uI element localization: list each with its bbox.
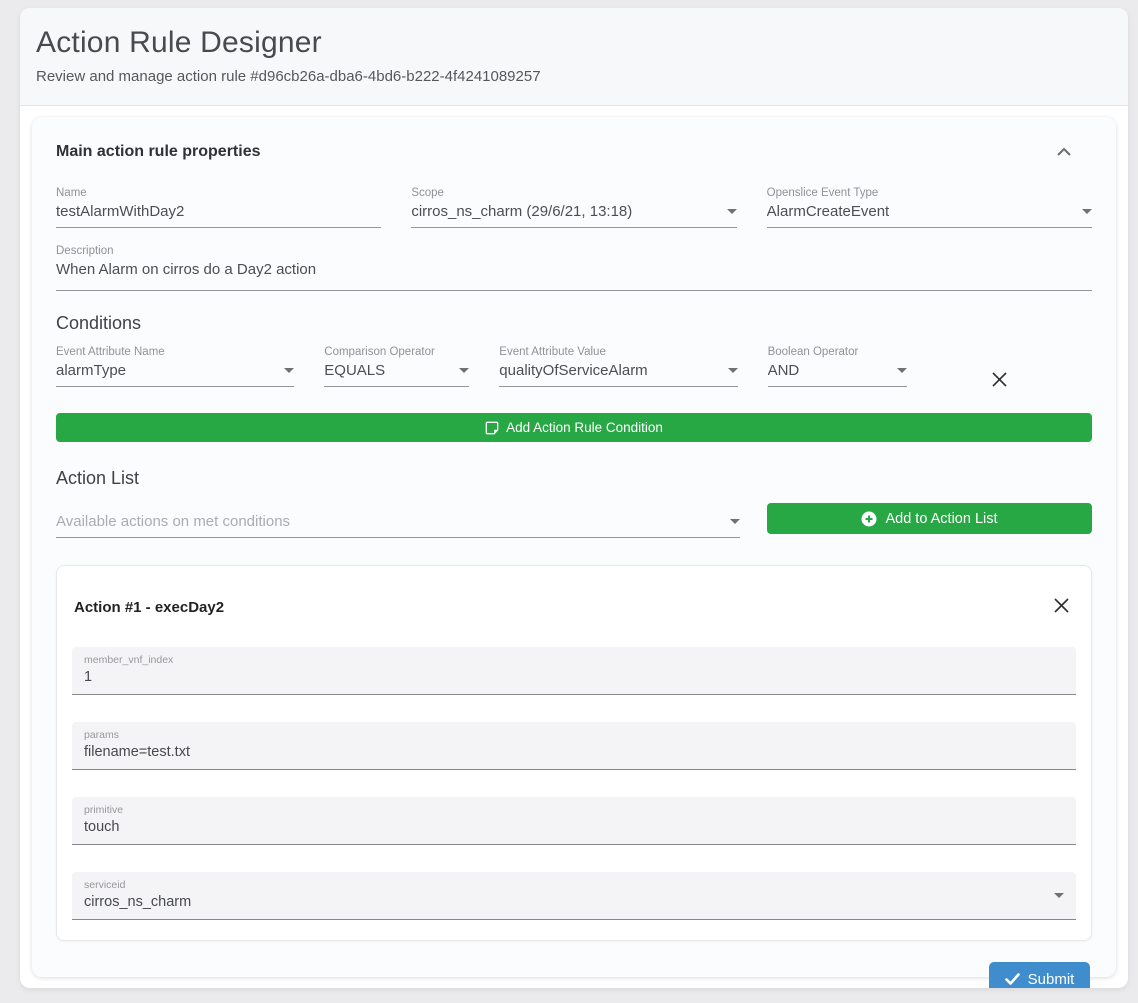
action-card-title: Action #1 - execDay2 (74, 599, 224, 616)
dropdown-arrow-icon (1082, 209, 1092, 214)
scope-field[interactable]: Scope cirros_ns_charm (29/6/21, 13:18) (411, 187, 736, 228)
main-properties-card: Main action rule properties Name Scope (32, 117, 1116, 977)
name-field[interactable]: Name (56, 187, 381, 228)
remove-action-button[interactable] (1048, 594, 1074, 620)
check-icon (1005, 973, 1020, 985)
event-attribute-value-select[interactable]: qualityOfServiceAlarm (499, 362, 719, 379)
action-rule-designer-panel: Action Rule Designer Review and manage a… (20, 8, 1128, 988)
add-circle-icon (861, 511, 877, 527)
comparison-operator-field[interactable]: Comparison Operator EQUALS (324, 346, 469, 387)
serviceid-label: serviceid (84, 879, 1046, 891)
add-condition-button[interactable]: Add Action Rule Condition (56, 413, 1092, 442)
add-to-action-list-label: Add to Action List (885, 511, 997, 527)
comparison-operator-select[interactable]: EQUALS (324, 362, 451, 379)
main-card-title: Main action rule properties (56, 143, 260, 161)
event-attribute-name-select[interactable]: alarmType (56, 362, 276, 379)
scope-select[interactable]: cirros_ns_charm (29/6/21, 13:18) (411, 203, 718, 220)
event-attribute-name-field[interactable]: Event Attribute Name alarmType (56, 346, 294, 387)
submit-button[interactable]: Submit (989, 962, 1090, 988)
boolean-operator-field[interactable]: Boolean Operator AND (768, 346, 908, 387)
name-input[interactable] (56, 203, 381, 220)
action-list-row: Available actions on met conditions Add … (56, 503, 1092, 538)
comparison-operator-label: Comparison Operator (324, 346, 469, 358)
primitive-field[interactable]: primitive (72, 797, 1076, 845)
boolean-operator-label: Boolean Operator (768, 346, 908, 358)
member-vnf-index-label: member_vnf_index (84, 654, 1064, 666)
description-row: Description (56, 245, 1092, 291)
scope-label: Scope (411, 187, 736, 199)
name-label: Name (56, 187, 381, 199)
dropdown-arrow-icon (728, 368, 738, 373)
condition-row: Event Attribute Name alarmType Compariso… (56, 346, 1092, 394)
available-actions-field[interactable]: Available actions on met conditions (56, 513, 740, 538)
close-icon (1053, 597, 1070, 617)
dropdown-arrow-icon (284, 368, 294, 373)
params-input[interactable] (84, 744, 1064, 760)
params-label: params (84, 729, 1064, 741)
description-label: Description (56, 245, 1092, 257)
remove-condition-button[interactable] (987, 368, 1013, 394)
dropdown-arrow-icon (459, 368, 469, 373)
boolean-operator-select[interactable]: AND (768, 362, 890, 379)
event-attribute-name-label: Event Attribute Name (56, 346, 294, 358)
member-vnf-index-input[interactable] (84, 669, 1064, 685)
dropdown-arrow-icon (730, 519, 740, 524)
event-type-field[interactable]: Openslice Event Type AlarmCreateEvent (767, 187, 1092, 228)
chevron-up-icon (1056, 145, 1072, 160)
serviceid-field[interactable]: serviceid (72, 872, 1076, 920)
event-attribute-value-field[interactable]: Event Attribute Value qualityOfServiceAl… (499, 346, 737, 387)
primitive-label: primitive (84, 804, 1064, 816)
add-to-action-list-button[interactable]: Add to Action List (767, 503, 1092, 534)
page-title: Action Rule Designer (36, 26, 1112, 60)
page-body: Main action rule properties Name Scope (20, 106, 1128, 988)
collapse-panel-button[interactable] (1050, 141, 1078, 163)
event-attribute-value-label: Event Attribute Value (499, 346, 737, 358)
event-type-select[interactable]: AlarmCreateEvent (767, 203, 1074, 220)
description-field[interactable]: Description (56, 245, 1092, 291)
page-header: Action Rule Designer Review and manage a… (20, 8, 1128, 106)
page-subtitle: Review and manage action rule #d96cb26a-… (36, 68, 1112, 85)
event-type-label: Openslice Event Type (767, 187, 1092, 199)
action-list-heading: Action List (56, 468, 1092, 489)
member-vnf-index-field[interactable]: member_vnf_index (72, 647, 1076, 695)
params-field[interactable]: params (72, 722, 1076, 770)
available-actions-select[interactable]: Available actions on met conditions (56, 513, 722, 530)
serviceid-select[interactable] (84, 894, 1046, 910)
action-card: Action #1 - execDay2 member_vnf_index (56, 565, 1092, 941)
conditions-heading: Conditions (56, 313, 1092, 334)
add-condition-button-label: Add Action Rule Condition (506, 420, 663, 435)
dropdown-arrow-icon (897, 368, 907, 373)
primitive-input[interactable] (84, 819, 1064, 835)
properties-row: Name Scope cirros_ns_charm (29/6/21, 13:… (56, 187, 1092, 228)
close-icon (991, 371, 1008, 391)
note-add-icon (485, 421, 499, 435)
description-input[interactable] (56, 261, 1092, 278)
dropdown-arrow-icon (1054, 893, 1064, 898)
dropdown-arrow-icon (727, 209, 737, 214)
submit-button-label: Submit (1028, 971, 1075, 988)
